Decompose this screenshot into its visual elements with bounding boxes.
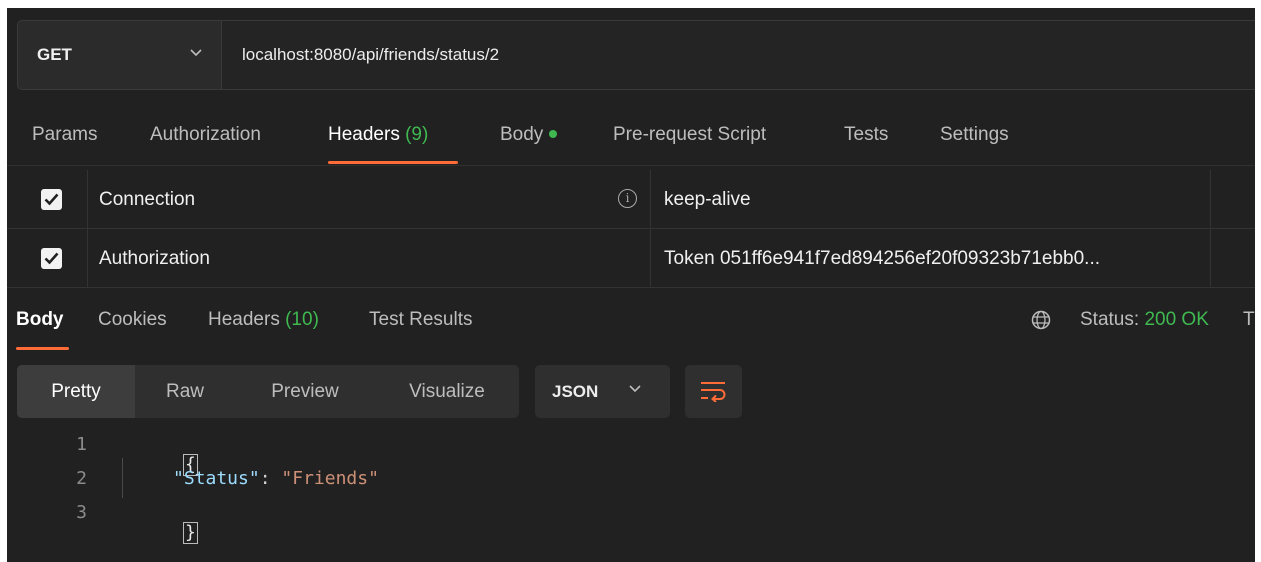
url-input[interactable]: localhost:8080/api/friends/status/2 <box>222 20 1255 90</box>
line-number: 2 <box>76 468 87 489</box>
tab-label: Headers <box>208 309 280 330</box>
header-value[interactable]: Token 051ff6e941f7ed894256ef20f09323b71e… <box>664 248 1100 270</box>
format-tabs: Pretty Raw Preview Visualize <box>17 365 519 418</box>
request-bar: GET localhost:8080/api/friends/status/2 <box>17 20 1255 90</box>
chevron-down-icon <box>190 49 202 57</box>
tab-tests[interactable]: Tests <box>844 124 888 146</box>
column-divider <box>650 229 651 287</box>
info-icon[interactable]: i <box>618 189 637 208</box>
check-icon <box>44 193 59 206</box>
method-label: GET <box>37 45 72 64</box>
language-label: JSON <box>552 381 599 401</box>
column-divider <box>87 229 88 287</box>
tab-authorization[interactable]: Authorization <box>150 124 261 146</box>
response-headers-count: (10) <box>285 309 319 330</box>
format-raw[interactable]: Raw <box>135 365 235 418</box>
header-checkbox[interactable] <box>41 248 62 269</box>
tab-label: Cookies <box>98 309 167 330</box>
column-divider <box>1210 229 1211 287</box>
json-key: "Status" <box>173 468 260 489</box>
response-body-code[interactable]: 1 2 3 { "Status": "Friends" } <box>7 428 1255 544</box>
header-row: Authorization Token 051ff6e941f7ed894256… <box>7 229 1255 288</box>
line-number: 3 <box>76 502 87 523</box>
tab-label: Authorization <box>150 124 261 145</box>
code-line: } <box>118 501 198 562</box>
status-value: 200 OK <box>1144 309 1209 330</box>
json-value: "Friends" <box>281 468 379 489</box>
response-tab-cookies[interactable]: Cookies <box>98 309 167 331</box>
close-brace: } <box>183 522 198 544</box>
response-tabs: Body Cookies Headers (10) Test Results S… <box>7 304 1255 354</box>
code-line: "Status": "Friends" <box>173 468 379 489</box>
headers-count: (9) <box>405 124 429 145</box>
active-tab-underline <box>328 161 458 164</box>
chevron-down-icon <box>629 385 641 393</box>
tab-body[interactable]: Body <box>500 124 558 146</box>
tab-headers[interactable]: Headers (9) <box>328 124 428 146</box>
header-checkbox[interactable] <box>41 189 62 210</box>
format-preview[interactable]: Preview <box>235 365 375 418</box>
tab-pre-request-script[interactable]: Pre-request Script <box>613 124 766 146</box>
format-visualize[interactable]: Visualize <box>375 365 519 418</box>
format-pretty[interactable]: Pretty <box>17 365 135 418</box>
tab-label: Params <box>32 124 98 145</box>
header-key[interactable]: Authorization <box>99 248 210 270</box>
truncated-stat[interactable]: T <box>1243 309 1255 331</box>
tab-settings[interactable]: Settings <box>940 124 1009 146</box>
tab-params[interactable]: Params <box>32 124 97 146</box>
tab-label: Body <box>16 309 64 330</box>
response-tab-body[interactable]: Body <box>16 309 64 331</box>
header-row: Connection i keep-alive <box>7 170 1255 229</box>
header-key[interactable]: Connection <box>99 189 195 211</box>
request-tabs: Params Authorization Headers (9) Body Pr… <box>7 110 1255 166</box>
json-colon: : <box>259 468 282 489</box>
status-label: Status: <box>1080 309 1140 330</box>
response-tab-headers[interactable]: Headers (10) <box>208 309 319 331</box>
language-select[interactable]: JSON <box>535 365 670 418</box>
wrap-lines-button[interactable] <box>685 365 742 418</box>
wrap-lines-icon <box>701 382 726 402</box>
column-divider <box>650 170 651 228</box>
column-divider <box>87 170 88 228</box>
active-tab-underline <box>16 347 69 350</box>
tab-label: Body <box>500 124 544 145</box>
body-indicator-dot <box>549 130 558 138</box>
tab-label: Settings <box>940 124 1009 145</box>
response-status[interactable]: Status: 200 OK <box>1080 309 1209 331</box>
postman-window: GET localhost:8080/api/friends/status/2 … <box>7 8 1255 562</box>
header-value[interactable]: keep-alive <box>664 189 751 211</box>
line-number: 1 <box>76 434 87 455</box>
response-tab-test-results[interactable]: Test Results <box>369 309 472 331</box>
tab-label: Tests <box>844 124 889 145</box>
tab-label: Pre-request Script <box>613 124 767 145</box>
tab-label: Headers <box>328 124 400 145</box>
check-icon <box>44 252 59 265</box>
method-select[interactable]: GET <box>17 20 222 90</box>
tab-label: Test Results <box>369 309 473 330</box>
globe-icon[interactable] <box>1031 310 1051 330</box>
column-divider <box>1210 170 1211 228</box>
